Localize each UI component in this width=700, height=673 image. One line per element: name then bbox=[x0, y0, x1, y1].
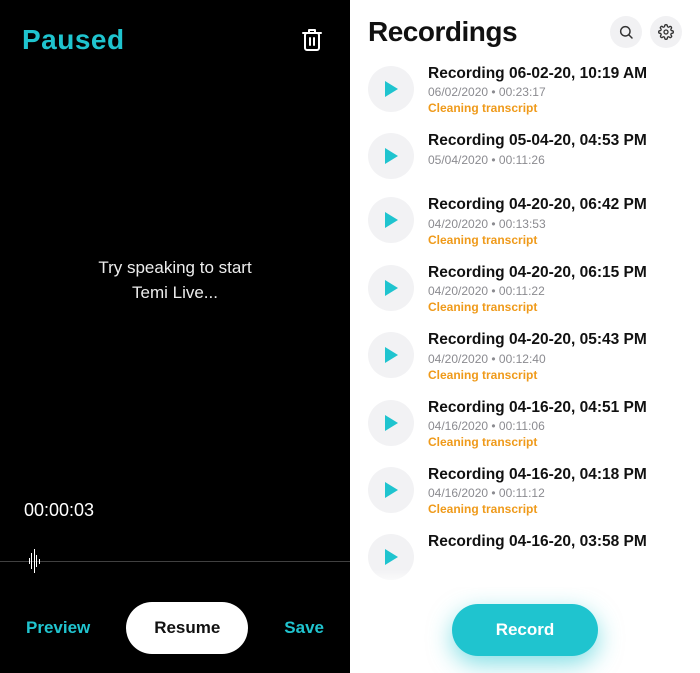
recording-title: Recording 05-04-20, 04:53 PM bbox=[428, 131, 682, 150]
play-button[interactable] bbox=[368, 400, 414, 446]
recording-title: Recording 04-16-20, 04:51 PM bbox=[428, 398, 682, 417]
gear-icon bbox=[658, 24, 674, 40]
recording-status: Cleaning transcript bbox=[428, 101, 682, 115]
list-item[interactable]: Recording 04-16-20, 04:18 PM 04/16/2020 •… bbox=[350, 457, 700, 524]
play-icon bbox=[383, 211, 399, 229]
play-icon bbox=[383, 414, 399, 432]
play-button[interactable] bbox=[368, 197, 414, 243]
recording-meta: 04/16/2020 • 00:11:12 bbox=[428, 486, 682, 500]
delete-button[interactable] bbox=[296, 23, 328, 57]
recording-meta: 05/04/2020 • 00:11:26 bbox=[428, 153, 682, 167]
play-icon bbox=[383, 279, 399, 297]
search-button[interactable] bbox=[610, 16, 642, 48]
search-icon bbox=[618, 24, 634, 40]
prompt-line-2: Temi Live... bbox=[132, 280, 218, 306]
page-title: Recordings bbox=[368, 16, 517, 48]
recording-title: Recording 04-20-20, 06:42 PM bbox=[428, 195, 682, 214]
list-item[interactable]: Recording 06-02-20, 10:19 AM 06/02/2020 •… bbox=[350, 56, 700, 123]
list-item[interactable]: Recording 04-16-20, 03:58 PM bbox=[350, 524, 700, 587]
recording-meta: 04/20/2020 • 00:11:22 bbox=[428, 284, 682, 298]
list-item[interactable]: Recording 04-20-20, 05:43 PM 04/20/2020 •… bbox=[350, 322, 700, 389]
recording-panel: Paused Try speaking to start Temi Live..… bbox=[0, 0, 350, 673]
play-button[interactable] bbox=[368, 534, 414, 580]
list-item[interactable]: Recording 05-04-20, 04:53 PM 05/04/2020 •… bbox=[350, 123, 700, 187]
waveform-blip bbox=[28, 548, 40, 574]
list-item[interactable]: Recording 04-16-20, 04:51 PM 04/16/2020 •… bbox=[350, 390, 700, 457]
prompt-line-1: Try speaking to start bbox=[98, 255, 251, 281]
resume-button[interactable]: Resume bbox=[126, 602, 248, 654]
recordings-panel: Recordings Recording 06-02-20, 10:19 AM 0… bbox=[350, 0, 700, 673]
recording-title: Recording 04-20-20, 05:43 PM bbox=[428, 330, 682, 349]
record-button[interactable]: Record bbox=[452, 604, 599, 656]
list-item[interactable]: Recording 04-20-20, 06:42 PM 04/20/2020 •… bbox=[350, 187, 700, 254]
save-button[interactable]: Save bbox=[284, 618, 324, 638]
play-button[interactable] bbox=[368, 133, 414, 179]
list-item[interactable]: Recording 04-20-20, 06:15 PM 04/20/2020 •… bbox=[350, 255, 700, 322]
recording-status: Cleaning transcript bbox=[428, 502, 682, 516]
recording-meta: 04/16/2020 • 00:11:06 bbox=[428, 419, 682, 433]
elapsed-time: 00:00:03 bbox=[0, 500, 350, 521]
trash-icon bbox=[300, 27, 324, 53]
play-icon bbox=[383, 346, 399, 364]
play-button[interactable] bbox=[368, 66, 414, 112]
recording-title: Recording 04-20-20, 06:15 PM bbox=[428, 263, 682, 282]
play-icon bbox=[383, 481, 399, 499]
recording-meta: 06/02/2020 • 00:23:17 bbox=[428, 85, 682, 99]
recording-prompt: Try speaking to start Temi Live... bbox=[0, 60, 350, 500]
settings-button[interactable] bbox=[650, 16, 682, 48]
recording-status: Cleaning transcript bbox=[428, 233, 682, 247]
recording-meta: 04/20/2020 • 00:13:53 bbox=[428, 217, 682, 231]
play-button[interactable] bbox=[368, 332, 414, 378]
play-icon bbox=[383, 80, 399, 98]
recording-status: Cleaning transcript bbox=[428, 300, 682, 314]
recording-meta: 04/20/2020 • 00:12:40 bbox=[428, 352, 682, 366]
play-button[interactable] bbox=[368, 265, 414, 311]
recording-title: Recording 04-16-20, 04:18 PM bbox=[428, 465, 682, 484]
recording-title: Recording 04-16-20, 03:58 PM bbox=[428, 532, 682, 551]
preview-button[interactable]: Preview bbox=[26, 618, 90, 638]
waveform bbox=[0, 539, 350, 583]
recording-status: Cleaning transcript bbox=[428, 368, 682, 382]
recording-status: Cleaning transcript bbox=[428, 435, 682, 449]
play-button[interactable] bbox=[368, 467, 414, 513]
play-icon bbox=[383, 147, 399, 165]
recording-status-title: Paused bbox=[22, 24, 125, 56]
recording-title: Recording 06-02-20, 10:19 AM bbox=[428, 64, 682, 83]
play-icon bbox=[383, 548, 399, 566]
